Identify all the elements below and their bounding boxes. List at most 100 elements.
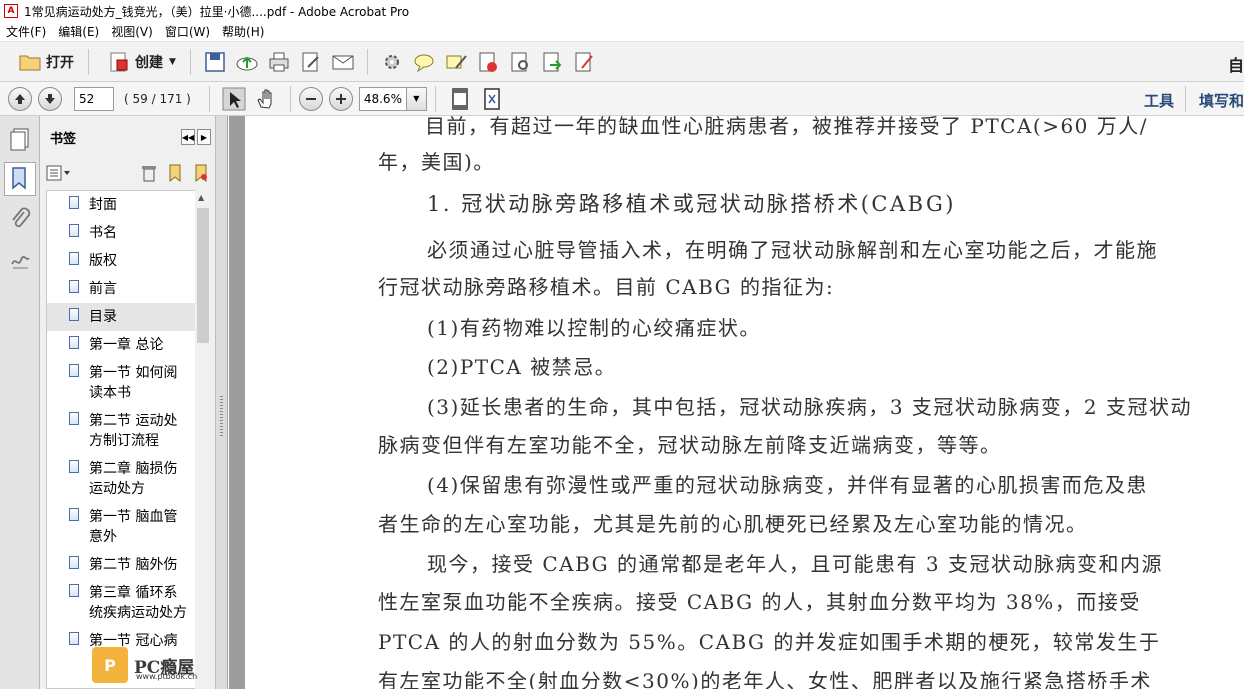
options-menu-icon[interactable] xyxy=(46,164,72,182)
print-icon[interactable] xyxy=(267,50,291,74)
bookmark-label: 第二节 运动处方制订流程 xyxy=(89,413,178,449)
next-page-button[interactable] xyxy=(38,86,62,111)
delete-pages-icon[interactable] xyxy=(476,50,500,74)
bookmark-item[interactable]: 第三章 循环系统疾病运动处方 xyxy=(47,579,195,627)
bookmark-item[interactable]: 目录 xyxy=(47,303,195,331)
bookmark-item[interactable]: 前言 xyxy=(47,275,195,303)
hand-tool-icon[interactable] xyxy=(254,87,278,111)
bookmark-item[interactable]: 第二节 脑外伤 xyxy=(47,551,195,579)
navigation-toolbar: ( 59 / 171 ) ▼ 工具 填写和 xyxy=(0,82,1244,116)
create-label: 创建 xyxy=(135,54,163,71)
menu-bar: 文件(F) 编辑(E) 视图(V) 窗口(W) 帮助(H) xyxy=(0,22,1244,42)
body-text-line: PTCA 的人的射血分数为 55%。CABG 的并发症如围手术期的梗死，较常发生… xyxy=(378,630,1161,654)
expand-panel-button[interactable]: ▶ xyxy=(197,129,211,145)
bookmark-item[interactable]: 第一章 总论 xyxy=(47,331,195,359)
bookmark-icon xyxy=(69,308,79,321)
signatures-button[interactable] xyxy=(4,242,36,276)
watermark-url: www.ptbook.cn xyxy=(136,672,198,681)
plus-icon xyxy=(335,93,346,104)
bookmark-icon xyxy=(69,584,79,597)
bookmark-item[interactable]: 第一节 如何阅读本书 xyxy=(47,359,195,407)
page-number-input[interactable] xyxy=(74,86,114,111)
menu-help[interactable]: 帮助(H) xyxy=(222,23,264,40)
bookmark-item[interactable]: 书名 xyxy=(47,219,195,247)
bookmark-from-selection-icon[interactable] xyxy=(193,164,209,182)
title-bar: A 1常见病运动处方_钱竞光，（美）拉里·小德....pdf - Adobe A… xyxy=(0,0,1244,22)
new-bookmark-icon[interactable] xyxy=(167,164,183,182)
create-pdf-icon xyxy=(110,52,128,71)
document-viewport[interactable]: 目前，有超过一年的缺血性心脏病患者，被推荐并接受了 PTCA(>60 万人/年，… xyxy=(229,116,1244,689)
arrow-down-icon xyxy=(45,93,55,104)
bookmark-icon xyxy=(69,224,79,237)
bookmark-icon xyxy=(69,364,79,377)
email-icon[interactable] xyxy=(331,50,355,74)
highlight-icon[interactable] xyxy=(444,50,468,74)
edit-document-icon[interactable] xyxy=(299,50,323,74)
bookmark-label: 第二章 脑损伤运动处方 xyxy=(89,461,178,497)
gear-icon[interactable] xyxy=(380,50,404,74)
bookmark-icon xyxy=(69,336,79,349)
bookmark-label: 前言 xyxy=(89,281,117,297)
bookmark-icon xyxy=(69,632,79,645)
section-heading: 1. 冠状动脉旁路移植术或冠状动脉搭桥术(CABG) xyxy=(427,192,956,216)
bookmark-label: 第一章 总论 xyxy=(89,337,164,353)
splitter-grip[interactable] xyxy=(220,396,223,436)
zoom-in-button[interactable] xyxy=(328,86,353,111)
comment-icon[interactable] xyxy=(412,50,436,74)
protect-icon[interactable] xyxy=(508,50,532,74)
main-toolbar: 打开 创建 ▼ 自 xyxy=(0,42,1244,82)
bookmark-item[interactable]: 版权 xyxy=(47,247,195,275)
bookmark-item[interactable]: 第二节 运动处方制订流程 xyxy=(47,407,195,455)
select-tool-icon[interactable] xyxy=(222,87,246,111)
zoom-out-button[interactable] xyxy=(298,86,323,111)
fit-page-icon[interactable] xyxy=(448,87,472,111)
navigation-rail xyxy=(0,116,40,689)
toolbar-separator xyxy=(88,48,89,75)
body-text-line: 者生命的左心室功能，尤其是先前的心肌梗死已经累及左心室功能的情况。 xyxy=(378,512,1088,536)
body-text-line: (2)PTCA 被禁忌。 xyxy=(427,355,617,379)
toolbar-separator xyxy=(208,85,210,112)
panel-splitter[interactable] xyxy=(216,116,228,689)
open-label: 打开 xyxy=(46,54,74,71)
site-watermark: P PC瘾屋 www.ptbook.cn xyxy=(92,644,222,686)
bookmark-item[interactable]: 第二章 脑损伤运动处方 xyxy=(47,455,195,503)
bookmarks-list: 封面书名版权前言目录第一章 总论 第一节 如何阅读本书 第二节 运动处方制订流程… xyxy=(46,190,196,689)
window-title: 1常见病运动处方_钱竞光，（美）拉里·小德....pdf - Adobe Acr… xyxy=(24,4,410,19)
scroll-up-icon[interactable]: ▲ xyxy=(198,193,204,202)
tools-pane-link[interactable]: 工具 xyxy=(1144,90,1174,111)
body-text-line: 脉病变但伴有左室功能不全，冠状动脉左前降支近端病变，等等。 xyxy=(378,433,1002,457)
pdf-page: 目前，有超过一年的缺血性心脏病患者，被推荐并接受了 PTCA(>60 万人/年，… xyxy=(245,116,1244,689)
page-thumbnails-button[interactable] xyxy=(4,122,36,156)
collapse-panel-button[interactable]: ◀◀ xyxy=(181,129,195,145)
bookmarks-scrollbar[interactable]: ▲ xyxy=(195,190,211,689)
menu-view[interactable]: 视图(V) xyxy=(111,23,153,40)
menu-file[interactable]: 文件(F) xyxy=(6,23,46,40)
create-button[interactable]: 创建 ▼ xyxy=(97,47,182,77)
bookmark-icon xyxy=(69,460,79,473)
bookmark-item[interactable]: 封面 xyxy=(47,191,195,219)
bookmark-item[interactable]: 第一节 脑血管意外 xyxy=(47,503,195,551)
toolbar-right-label[interactable]: 自 xyxy=(1228,52,1244,76)
menu-edit[interactable]: 编辑(E) xyxy=(58,23,99,40)
bookmark-label: 版权 xyxy=(89,253,117,269)
full-screen-icon[interactable] xyxy=(480,87,504,111)
scrollbar-thumb[interactable] xyxy=(197,208,209,343)
previous-page-button[interactable] xyxy=(8,86,32,111)
cloud-upload-icon[interactable] xyxy=(235,50,259,74)
bookmark-label: 第三章 循环系统疾病运动处方 xyxy=(89,585,187,621)
bookmark-label: 书名 xyxy=(89,225,117,241)
bookmarks-panel: 书签 ◀◀ ▶ 封面 书名 版权 前言 目录 第一章 总论 第一节 如何阅读本书 第二节 … xyxy=(40,116,216,689)
open-button[interactable]: 打开 xyxy=(8,47,80,77)
fill-sign-pane-link[interactable]: 填写和 xyxy=(1199,90,1244,111)
bookmarks-button[interactable] xyxy=(4,162,36,196)
zoom-input[interactable] xyxy=(358,86,407,111)
save-icon[interactable] xyxy=(203,50,227,74)
menu-window[interactable]: 窗口(W) xyxy=(165,23,210,40)
export-icon[interactable] xyxy=(540,50,564,74)
bookmark-icon xyxy=(69,412,79,425)
zoom-dropdown-button[interactable]: ▼ xyxy=(406,86,427,111)
attachments-button[interactable] xyxy=(4,202,36,236)
trash-icon[interactable] xyxy=(141,164,157,182)
paperclip-icon xyxy=(12,207,31,228)
sign-icon[interactable] xyxy=(572,50,596,74)
